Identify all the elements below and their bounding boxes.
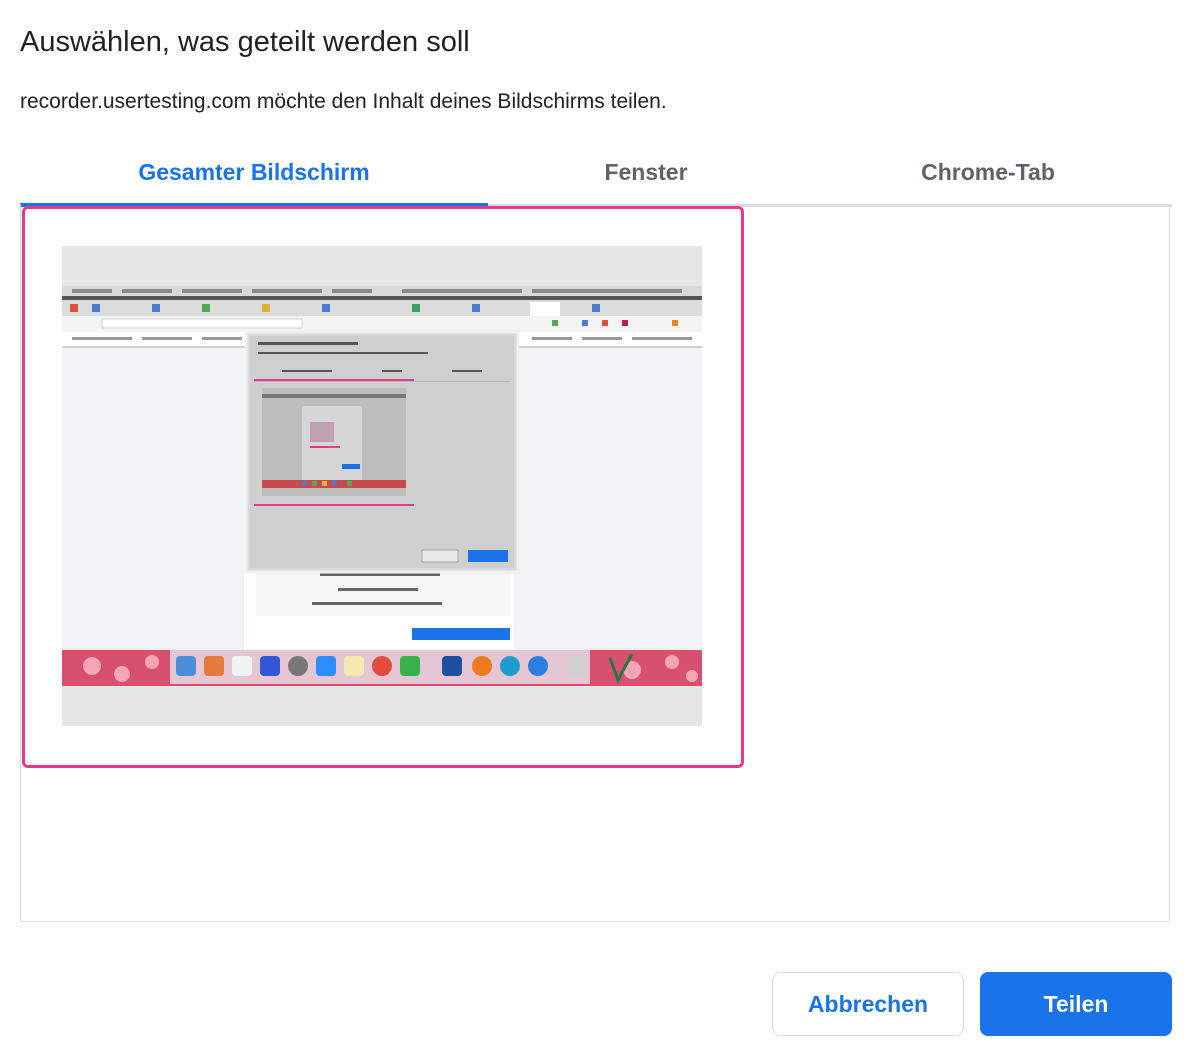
screen-thumbnail (62, 246, 702, 726)
dialog-title: Auswählen, was geteilt werden soll (20, 26, 470, 58)
tab-chrome-tab[interactable]: Chrome-Tab (804, 140, 1172, 204)
share-button[interactable]: Teilen (980, 972, 1172, 1036)
cancel-button[interactable]: Abbrechen (772, 972, 964, 1036)
dialog-subtitle: recorder.usertesting.com möchte den Inha… (20, 90, 667, 113)
screen-share-dialog: Auswählen, was geteilt werden soll recor… (0, 0, 1200, 1058)
tab-window[interactable]: Fenster (488, 140, 804, 204)
screen-source-card[interactable] (22, 206, 744, 768)
dialog-actions: Abbrechen Teilen (772, 972, 1172, 1036)
source-tabs: Gesamter Bildschirm Fenster Chrome-Tab (20, 140, 1172, 207)
tab-entire-screen[interactable]: Gesamter Bildschirm (20, 140, 488, 207)
